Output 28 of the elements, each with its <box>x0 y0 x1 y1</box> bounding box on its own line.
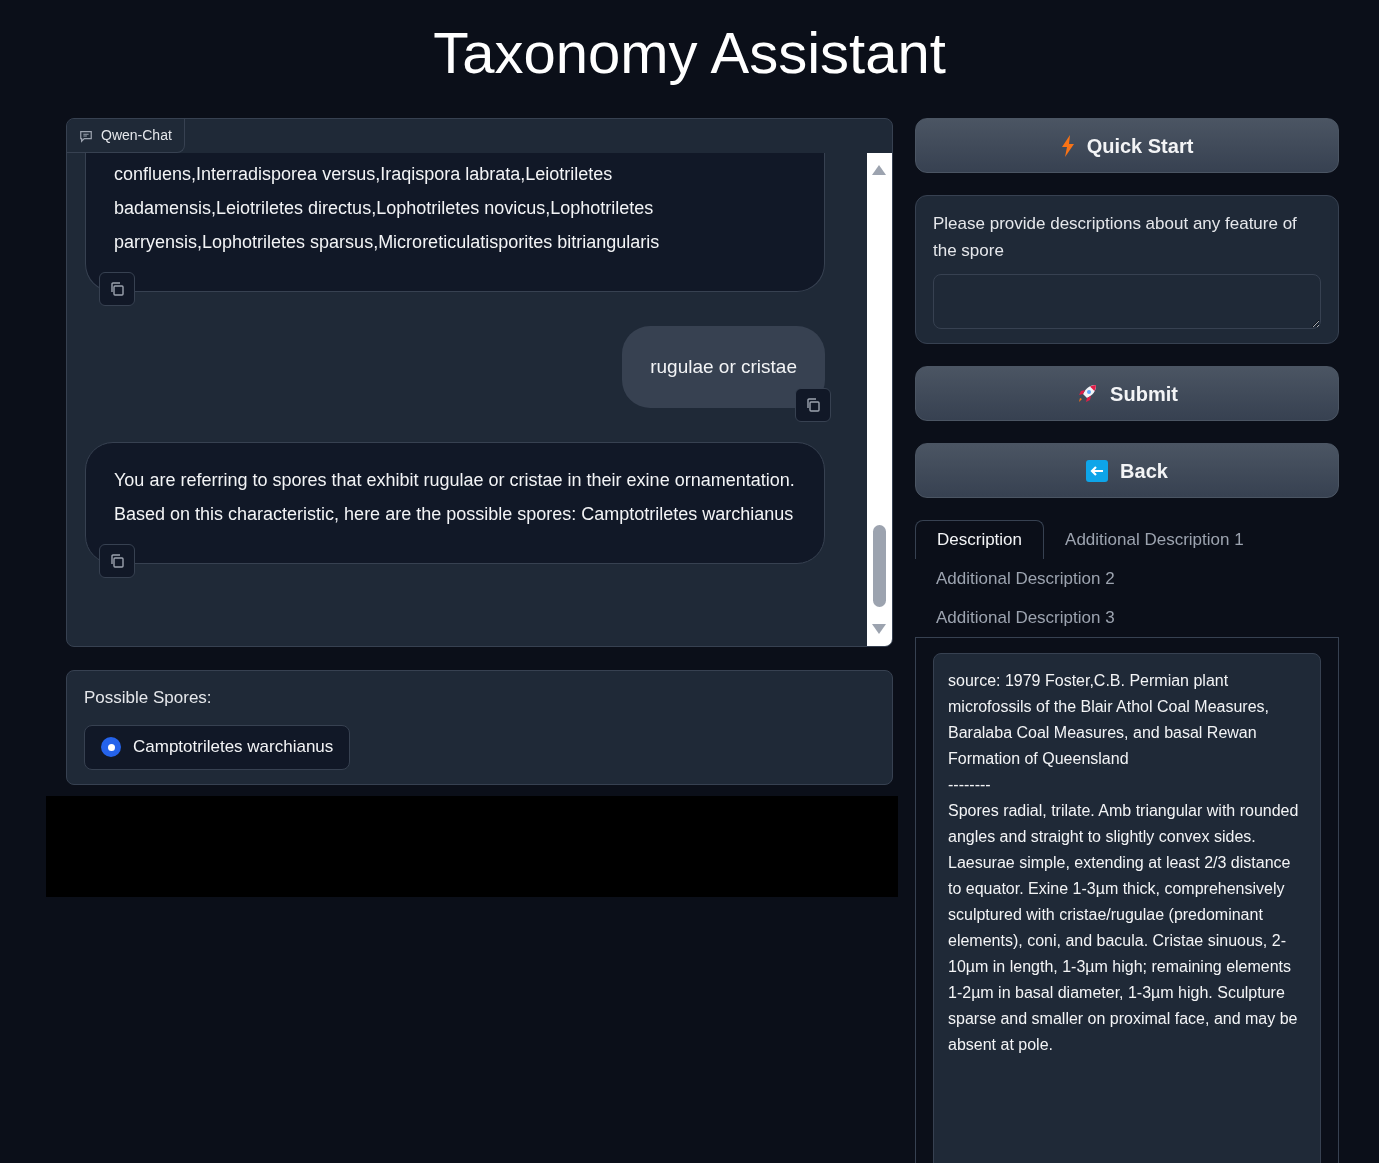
page-title: Taxonomy Assistant <box>432 19 947 87</box>
feature-input-label: Please provide descriptions about any feature of the spore <box>933 213 1298 262</box>
copy-button[interactable] <box>795 388 831 422</box>
rocket-icon <box>1076 382 1099 405</box>
radio-button[interactable] <box>101 737 121 757</box>
quick-start-button[interactable]: Quick Start <box>915 118 1339 173</box>
submit-button[interactable]: Submit <box>915 366 1339 421</box>
feature-input-field[interactable] <box>933 274 1321 329</box>
tab[interactable]: Additional Description 1 <box>1044 520 1265 559</box>
copy-button[interactable] <box>99 272 135 306</box>
back-button[interactable]: Back <box>915 443 1339 498</box>
chat-label: Qwen-Chat <box>67 119 185 153</box>
tab[interactable]: Description <box>915 520 1045 559</box>
lightning-icon <box>1060 134 1075 157</box>
copy-icon <box>109 281 125 297</box>
assistant-message: You are referring to spores that exhibit rugulae or cristae in their exine ornamentation. Based on this characteristic, here are the possible spores: Camptotriletes warchianus <box>85 442 825 564</box>
copy-button[interactable] <box>99 544 135 578</box>
possible-spores-label: Possible Spores: <box>84 687 213 709</box>
tab[interactable]: Additional Description 3 <box>915 598 1136 637</box>
chat-icon <box>79 128 93 143</box>
assistant-message: confluens,Interradisporea versus,Iraqispora labrata,Leiotriletes badamensis,Leiotriletes directus,Lophotriletes novicus,Lophotriletes parryensis,Lophotriletes sparsus,Microreticulatisporites bitriangularis <box>85 153 825 292</box>
spore-option[interactable]: Camptotriletes warchianus <box>84 724 351 770</box>
copy-icon <box>805 397 821 413</box>
copy-icon <box>109 553 125 569</box>
user-message: rugulae or cristae <box>622 326 825 408</box>
tab[interactable]: Additional Description 2 <box>915 559 1136 598</box>
description-text: source: 1979 Foster,C.B. Permian plant microfossils of the Blair Athol Coal Measures, Baralaba Coal Measures, and basal Rewan Formation of Queensland -------- Spores radial, trilate. Amb triangular with rounded angles and straight to slightly convex sides. Laesurae simple, extending at least 2/3 distance to equator. Exine 1-3µm thick, comprehensively sculptured with cristae/rugulae (predominant elements), coni, and bacula. Cristae sinuous, 2-10µm in length, 1-3µm high; remaining elements 1-2µm in basal diameter, 1-3µm high. Sculpture sparse and smaller on proximal face, and may be absent at pole. <box>933 653 1321 1163</box>
scrollbar[interactable] <box>867 153 892 646</box>
